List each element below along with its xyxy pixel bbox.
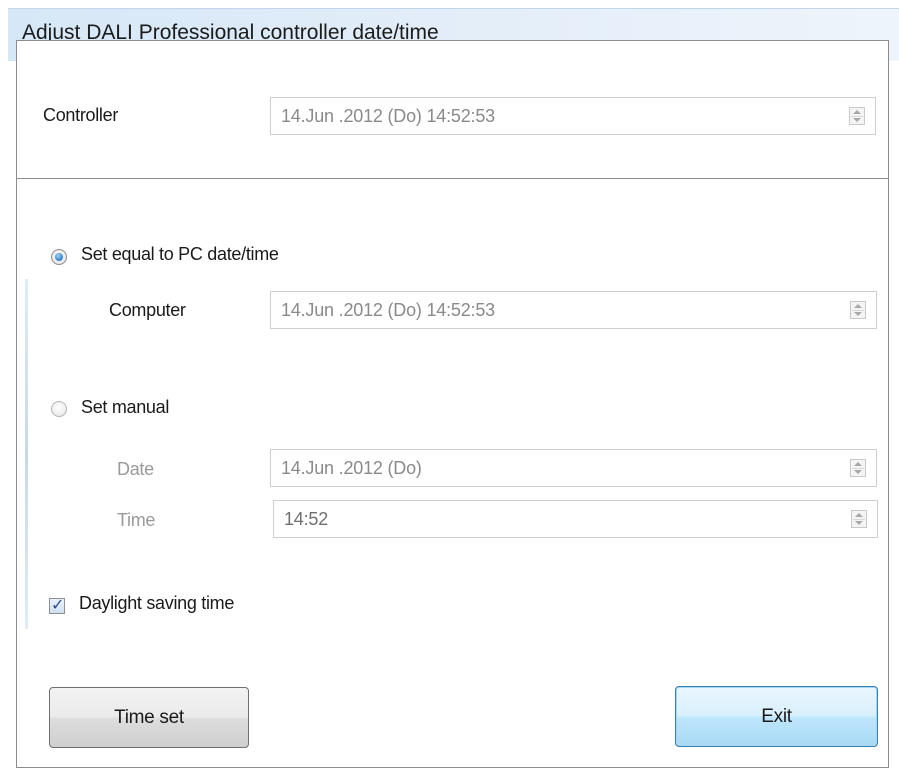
exit-button-label: Exit (761, 705, 792, 727)
spin-down-icon (855, 521, 863, 525)
computer-label: Computer (109, 300, 186, 320)
time-set-button[interactable]: Time set (49, 687, 249, 748)
computer-datetime-field: 14.Jun .2012 (Do) 14:52:53 (270, 291, 877, 329)
spinner-divider (852, 468, 864, 469)
controller-spinner-icon[interactable] (849, 107, 865, 125)
exit-button[interactable]: Exit (675, 686, 878, 747)
dialog-window: Adjust DALI Professional controller date… (0, 0, 899, 776)
spin-up-icon (855, 513, 863, 517)
spin-down-icon (854, 470, 862, 474)
spinner-divider (852, 310, 864, 311)
time-set-button-label: Time set (114, 706, 184, 728)
controller-datetime-value: 14.Jun .2012 (Do) 14:52:53 (281, 106, 495, 126)
spin-down-icon (854, 312, 862, 316)
daylight-saving-checkbox[interactable]: ✓ (49, 595, 65, 614)
section-divider (17, 178, 888, 179)
controller-datetime-field[interactable]: 14.Jun .2012 (Do) 14:52:53 (270, 97, 876, 135)
left-edge-accent (25, 279, 28, 629)
manual-date-value: 14.Jun .2012 (Do) (281, 458, 422, 478)
controller-label: Controller (43, 105, 119, 125)
spin-down-icon (853, 118, 861, 122)
spin-up-icon (853, 110, 861, 114)
computer-datetime-value: 14.Jun .2012 (Do) 14:52:53 (281, 300, 495, 320)
manual-date-field[interactable]: 14.Jun .2012 (Do) (270, 449, 877, 487)
time-spinner-icon[interactable] (851, 510, 867, 528)
manual-time-field[interactable]: 14:52 (273, 500, 878, 538)
radio-pc-time-label[interactable]: Set equal to PC date/time (81, 244, 279, 265)
dialog-client-area: Controller 14.Jun .2012 (Do) 14:52:53 Se… (16, 40, 889, 768)
radio-pc-time[interactable] (51, 249, 67, 265)
spinner-divider (853, 519, 865, 520)
top-strip (0, 0, 899, 8)
checkbox-checked-icon: ✓ (51, 595, 65, 614)
date-label: Date (117, 459, 154, 479)
time-label: Time (117, 510, 156, 530)
radio-set-manual[interactable] (51, 401, 67, 417)
date-spinner-icon[interactable] (850, 459, 866, 477)
radio-set-manual-label[interactable]: Set manual (81, 397, 169, 418)
spin-up-icon (854, 462, 862, 466)
daylight-saving-label[interactable]: Daylight saving time (79, 593, 234, 614)
computer-spinner-icon (850, 301, 866, 319)
spinner-divider (851, 116, 863, 117)
spin-up-icon (854, 304, 862, 308)
radio-selected-icon (55, 253, 63, 261)
manual-time-value: 14:52 (284, 509, 329, 529)
